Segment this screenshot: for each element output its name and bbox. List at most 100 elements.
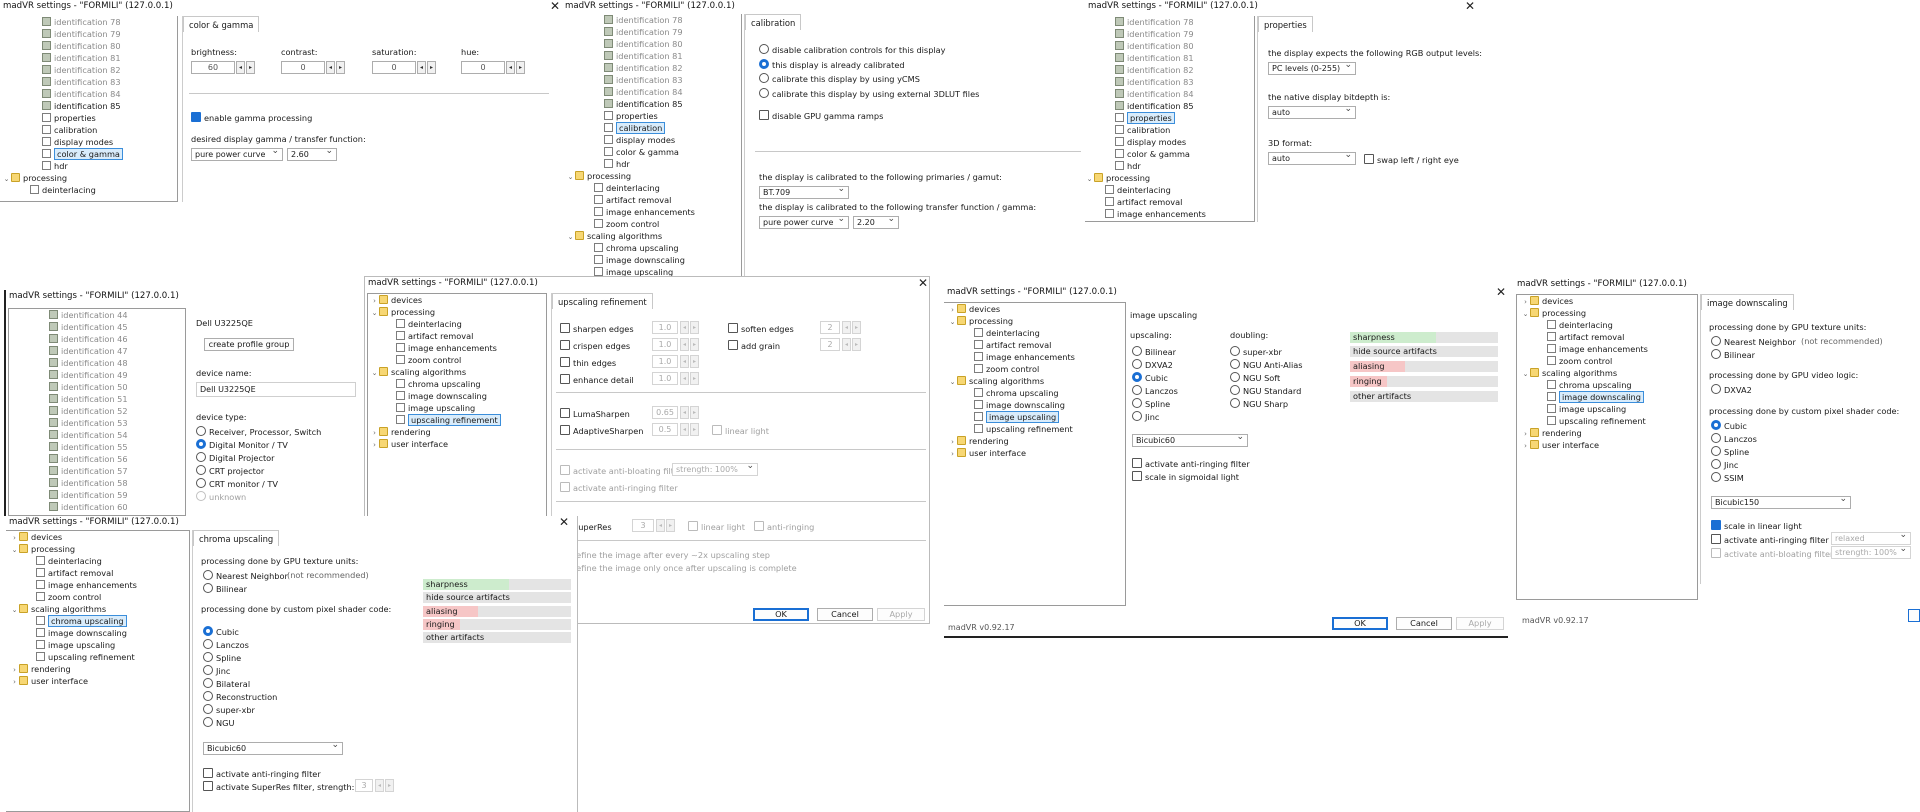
upscaling-option[interactable]: DXVA2 — [1132, 359, 1173, 370]
tree-item[interactable]: deinterlacing — [562, 182, 741, 194]
superres-strength-value[interactable]: 3 — [355, 779, 373, 792]
spinner-arrows-icon[interactable]: ◂ — [842, 338, 851, 351]
tree-item[interactable]: calibration — [0, 124, 177, 136]
tree-item[interactable]: identification 83 — [0, 76, 177, 88]
tree-item[interactable]: ⌄ scaling algorithms — [944, 375, 1125, 387]
tree-item[interactable]: color & gamma — [562, 146, 741, 158]
chroma-algorithm-dropdown[interactable]: Bicubic60 — [203, 742, 343, 755]
tree-item[interactable]: color & gamma — [1085, 148, 1254, 160]
sigmoidal-light-checkbox[interactable]: scale in sigmoidal light — [1132, 471, 1239, 482]
tree-item[interactable]: chroma upscaling — [944, 387, 1125, 399]
tree-item[interactable]: identification 85 — [562, 98, 741, 110]
shader-option[interactable]: Cubic — [203, 626, 239, 637]
tree-item[interactable]: image enhancements — [1085, 208, 1254, 220]
tree-item[interactable]: identification 44 — [9, 309, 185, 321]
spinner-arrows-icon[interactable]: ◂ — [326, 61, 335, 74]
tree-item[interactable]: identification 56 — [9, 453, 185, 465]
tree-item[interactable]: identification 59 — [9, 489, 185, 501]
tree-item[interactable]: identification 60 — [9, 501, 185, 513]
tree-item[interactable]: ⌄ scaling algorithms — [368, 366, 546, 378]
tree-item[interactable]: properties — [562, 110, 741, 122]
tree-item-selected[interactable]: calibration — [562, 122, 741, 134]
close-icon[interactable]: ✕ — [1496, 286, 1506, 298]
doubling-option[interactable]: NGU Sharp — [1230, 398, 1288, 409]
chevron-right-icon[interactable]: › — [1521, 440, 1530, 452]
shader-option[interactable]: SSIM — [1711, 472, 1744, 483]
spinner-arrows-icon[interactable]: ▸ — [385, 779, 394, 792]
gamma-value-dropdown[interactable]: 2.60 — [287, 148, 337, 161]
spinner-arrows-icon[interactable]: ◂ — [236, 61, 245, 74]
doubling-option[interactable]: NGU Anti-Alias — [1230, 359, 1303, 370]
tree-item[interactable]: identification 81 — [0, 52, 177, 64]
superres-linear-checkbox[interactable]: linear light — [688, 521, 745, 532]
brightness-input[interactable]: 60 — [191, 61, 235, 74]
tree-item[interactable]: identification 84 — [562, 86, 741, 98]
tree-item[interactable]: image downscaling — [6, 627, 189, 639]
shader-option[interactable]: Spline — [203, 652, 241, 663]
tree-item[interactable]: artifact removal — [1517, 331, 1697, 343]
bilinear-option[interactable]: Bilinear — [203, 583, 247, 594]
tree-item-selected[interactable]: upscaling refinement — [368, 414, 546, 426]
tree-item[interactable]: image upscaling — [1517, 403, 1697, 415]
3d-format-dropdown[interactable]: auto — [1268, 152, 1356, 165]
tree-item[interactable]: deinterlacing — [0, 184, 177, 196]
tree-item[interactable]: deinterlacing — [1085, 184, 1254, 196]
lumasharpen-value[interactable]: 0.65 — [652, 406, 678, 419]
spinner-arrows-icon[interactable]: ▸ — [852, 338, 861, 351]
superres-value[interactable]: 3 — [632, 519, 654, 532]
tree-item[interactable]: identification 83 — [562, 74, 741, 86]
spinner-arrows-icon[interactable]: ◂ — [680, 355, 689, 368]
tree-item[interactable]: image enhancements — [1517, 343, 1697, 355]
tree-item[interactable]: deinterlacing — [944, 327, 1125, 339]
contrast-input[interactable]: 0 — [281, 61, 325, 74]
device-type-option[interactable]: Digital Projector — [196, 452, 275, 463]
doubling-option[interactable]: NGU Standard — [1230, 385, 1301, 396]
calibration-option[interactable]: calibrate this display by using external… — [759, 88, 979, 99]
shader-option[interactable]: Spline — [1711, 446, 1749, 457]
tree-item[interactable]: deinterlacing — [368, 318, 546, 330]
tree-item[interactable]: › devices — [6, 531, 189, 543]
tree-item[interactable]: identification 79 — [0, 28, 177, 40]
shader-option[interactable]: Jinc — [1711, 459, 1738, 470]
tree-item[interactable]: identification 55 — [9, 441, 185, 453]
tree-item[interactable]: image downscaling — [944, 399, 1125, 411]
tree-item[interactable]: deinterlacing — [1517, 319, 1697, 331]
tree-item[interactable]: properties — [0, 112, 177, 124]
shader-option[interactable]: super-xbr — [203, 704, 255, 715]
dxva2-option[interactable]: DXVA2 — [1711, 384, 1752, 395]
doubling-option[interactable]: NGU Soft — [1230, 372, 1280, 383]
anti-bloating-strength-dropdown[interactable]: strength: 100% — [1831, 546, 1911, 559]
anti-ringing-mode-dropdown[interactable]: relaxed — [1831, 532, 1911, 545]
tree-item[interactable]: › rendering — [6, 663, 189, 675]
nearest-neighbor-option[interactable]: Nearest Neighbor — [1711, 336, 1796, 347]
tree-item[interactable]: identification 78 — [0, 16, 177, 28]
spinner-arrows-icon[interactable]: ◂ — [680, 423, 689, 436]
spinner-arrows-icon[interactable]: ◂ — [842, 321, 851, 334]
tree-item[interactable]: identification 85 — [1085, 100, 1254, 112]
tree-item[interactable]: image enhancements — [368, 342, 546, 354]
tree-item[interactable]: identification 46 — [9, 333, 185, 345]
tree-item[interactable]: identification 52 — [9, 405, 185, 417]
cancel-button[interactable]: Cancel — [1396, 617, 1452, 630]
tree-item[interactable]: ⌄ processing — [1517, 307, 1697, 319]
tree-item[interactable]: zoom control — [944, 363, 1125, 375]
tree-item[interactable]: upscaling refinement — [6, 651, 189, 663]
tree-item[interactable]: image enhancements — [6, 579, 189, 591]
spinner-arrows-icon[interactable]: ◂ — [656, 519, 665, 532]
tree-item[interactable]: zoom control — [562, 218, 741, 230]
anti-ringing-checkbox[interactable]: activate anti-ringing filter — [560, 482, 678, 493]
tree-item-selected[interactable]: chroma upscaling — [6, 615, 189, 627]
tree-item[interactable]: › devices — [1517, 295, 1697, 307]
tree-item[interactable]: › rendering — [944, 435, 1125, 447]
tree-item[interactable]: identification 47 — [9, 345, 185, 357]
tree-item[interactable]: identification 53 — [9, 417, 185, 429]
bitdepth-dropdown[interactable]: auto — [1268, 106, 1356, 119]
tree-item[interactable]: identification 48 — [9, 357, 185, 369]
upscaling-option[interactable]: Cubic — [1132, 372, 1168, 383]
tree-item[interactable]: › devices — [368, 294, 546, 306]
soften-edges-value[interactable]: 2 — [820, 321, 840, 334]
tree-item[interactable]: identification 80 — [562, 38, 741, 50]
swap-eye-checkbox[interactable]: swap left / right eye — [1364, 154, 1459, 165]
tree-item[interactable]: upscaling refinement — [944, 423, 1125, 435]
shader-option[interactable]: Lanczos — [203, 639, 249, 650]
